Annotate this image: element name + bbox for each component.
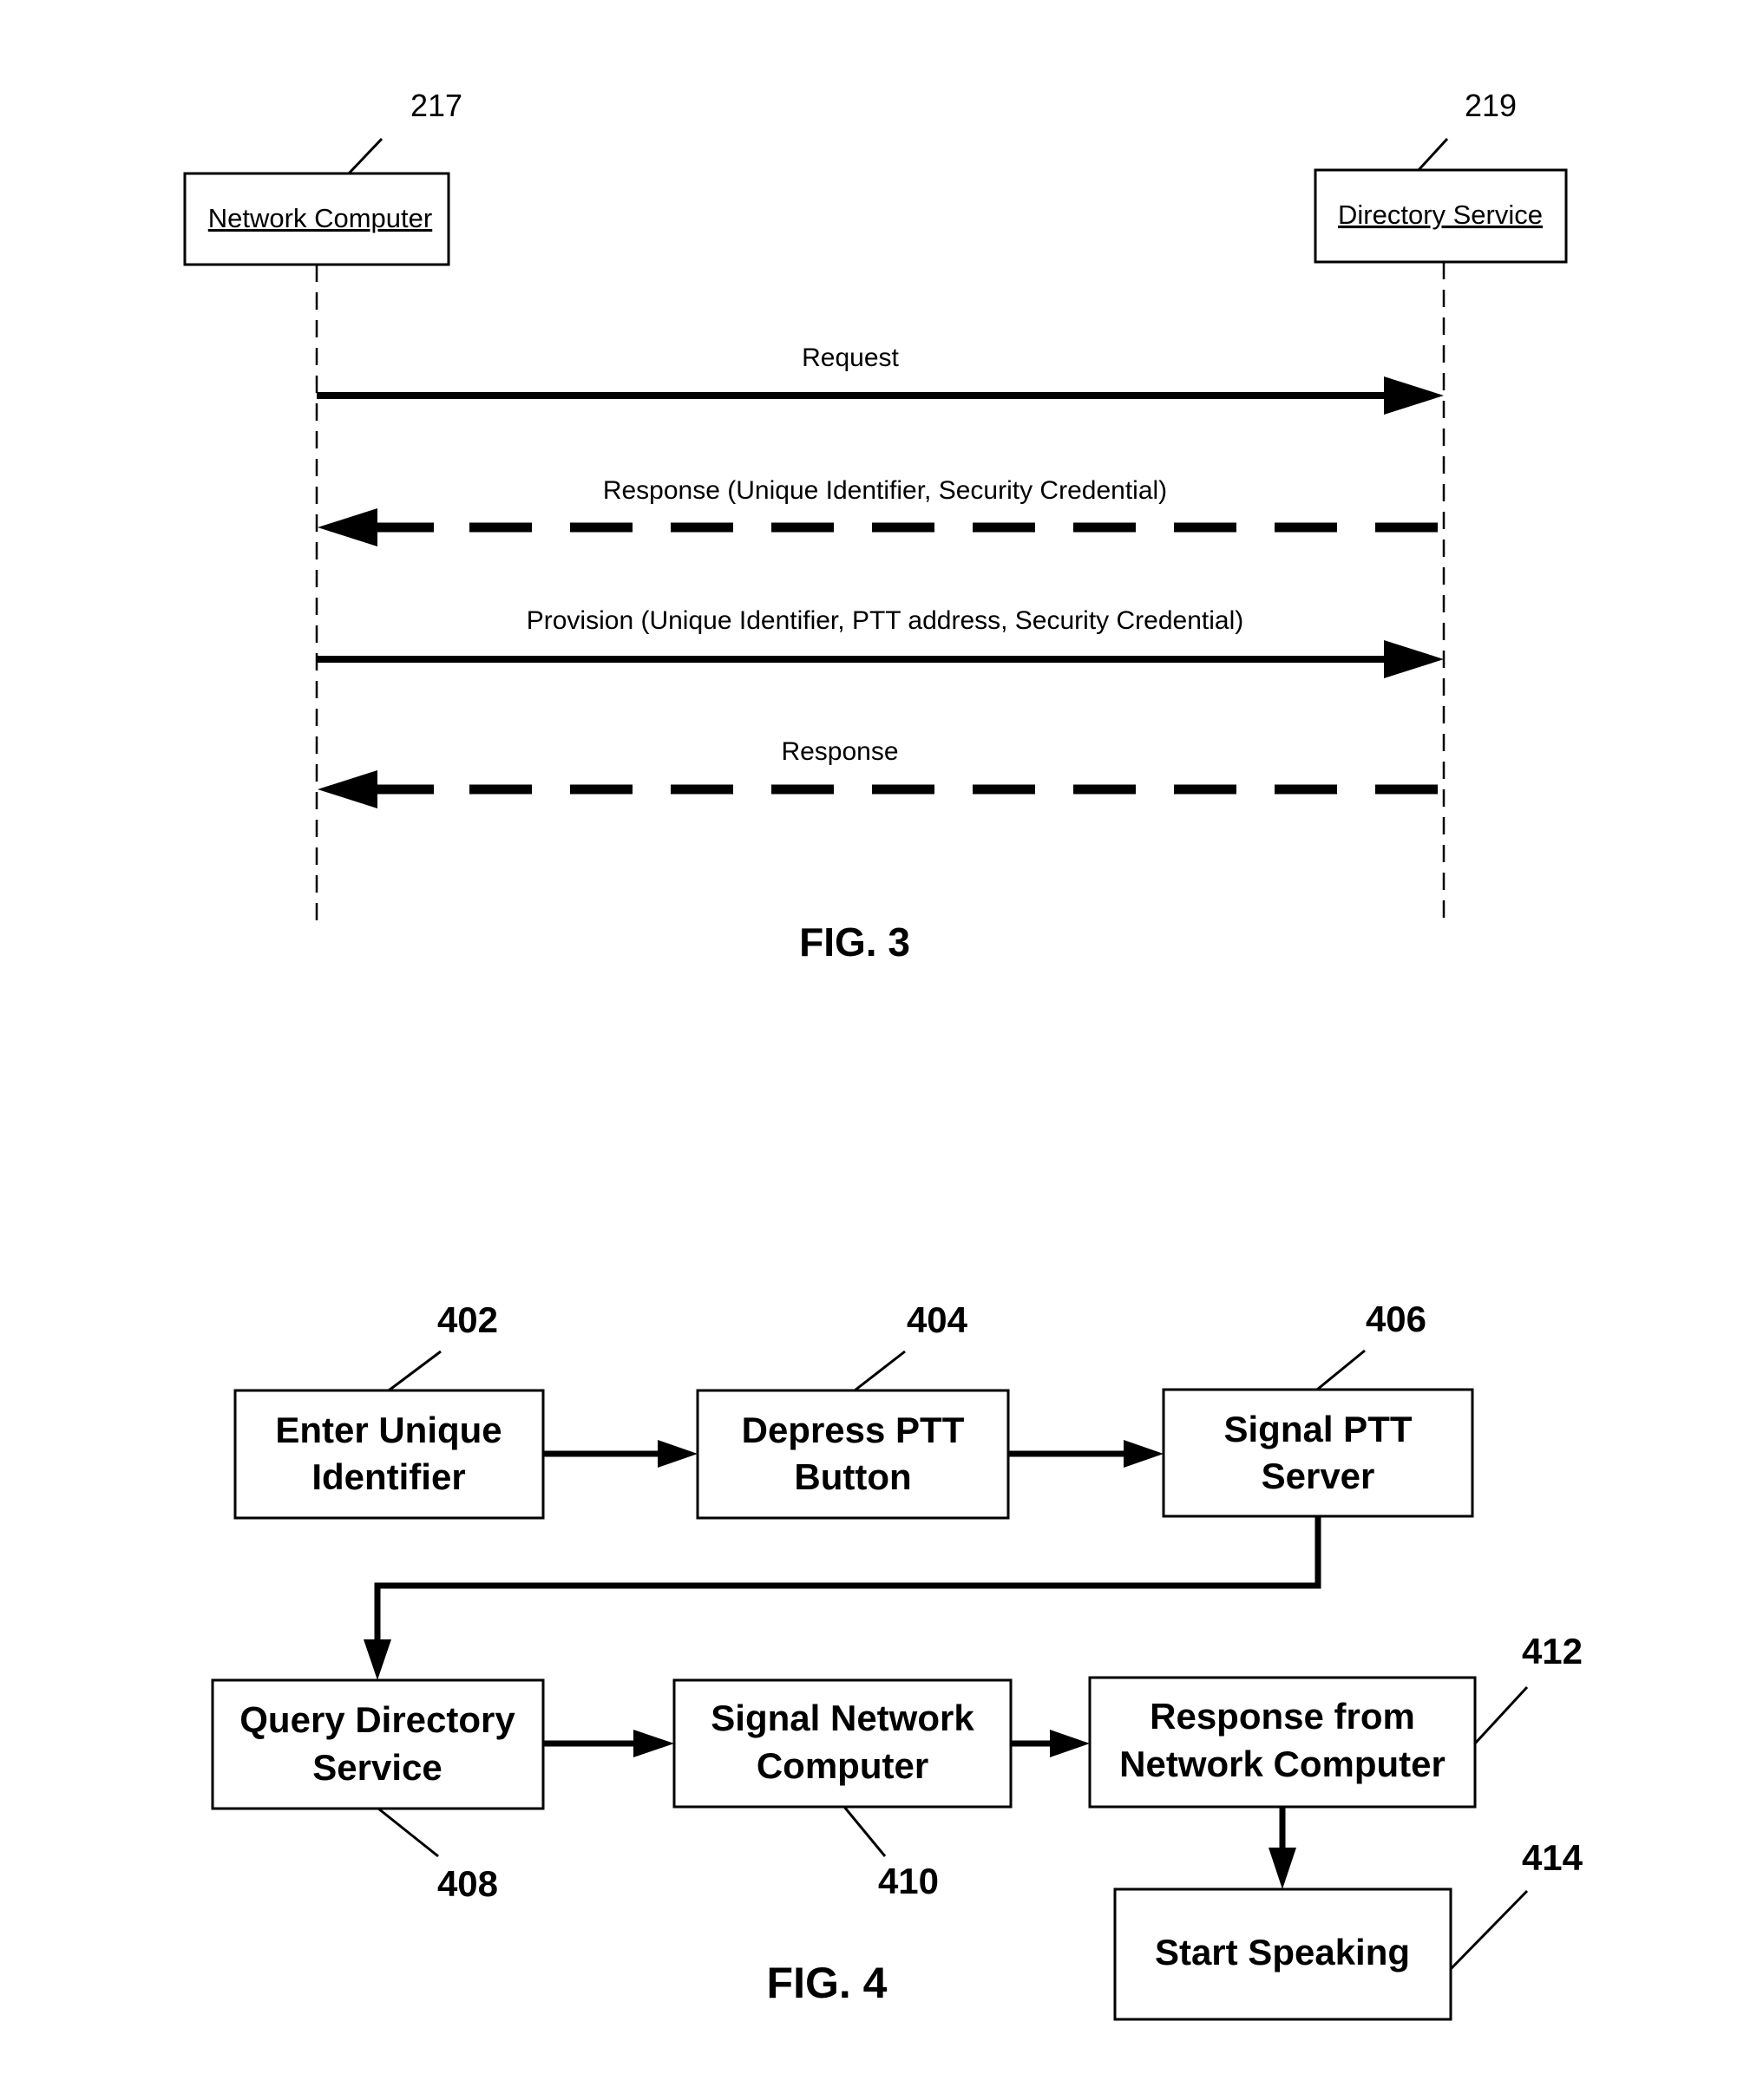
ref-number-406: 406	[1366, 1299, 1426, 1339]
flow-elbow-line	[374, 1516, 1321, 1644]
participant-label-directory-service: Directory Service	[1338, 200, 1543, 230]
flow-arrow-402-to-404	[543, 1440, 698, 1468]
ref-number-408: 408	[437, 1863, 498, 1904]
step-406-signal-ptt-server: 406 Signal PTT Server	[1162, 1299, 1474, 1518]
step-label-line1: Enter Unique	[275, 1410, 502, 1450]
ref-number-402: 402	[437, 1299, 498, 1340]
arrowhead-right-icon	[1050, 1730, 1090, 1757]
flow-arrow-410-to-412	[1011, 1730, 1090, 1757]
step-label-line1: Query Directory	[239, 1699, 515, 1740]
ref-number-219: 219	[1465, 88, 1517, 123]
leader-line-414	[1449, 1889, 1529, 1971]
figure-caption-fig3: FIG. 3	[799, 919, 910, 965]
participant-network-computer: 217 Network Computer	[183, 88, 462, 924]
step-label-line1: Signal PTT	[1223, 1409, 1412, 1449]
message-label: Provision (Unique Identifier, PTT addres…	[527, 606, 1243, 635]
arrowhead-right-icon	[1384, 640, 1444, 678]
ref-number-412: 412	[1522, 1631, 1583, 1671]
message-label: Response	[781, 737, 898, 766]
step-414-start-speaking: 414 Start Speaking	[1113, 1837, 1583, 2021]
ref-number-217: 217	[410, 88, 462, 123]
flow-arrow-406-to-408	[364, 1516, 1321, 1680]
leader-line-219	[1417, 137, 1449, 172]
arrowhead-down-icon	[364, 1639, 391, 1680]
patent-drawing-sheet: 217 Network Computer 219 Directory Servi…	[183, 88, 1583, 2021]
step-label-line1: Response from	[1150, 1696, 1415, 1737]
message-response: Response	[318, 737, 1444, 808]
step-412-response-from-network-computer: 412 Response from Network Computer	[1088, 1631, 1583, 1809]
arrowhead-left-icon	[318, 508, 377, 546]
step-label-line2: Service	[312, 1747, 442, 1788]
ref-number-404: 404	[907, 1299, 968, 1340]
step-label-line1: Signal Network	[711, 1698, 974, 1738]
message-request: Request	[317, 343, 1444, 415]
leader-line-410	[842, 1806, 887, 1857]
step-408-query-directory-service: Query Directory Service 408	[211, 1678, 545, 1904]
step-label-line2: Button	[794, 1456, 911, 1497]
step-label-line2: Computer	[757, 1745, 928, 1786]
arrowhead-right-icon	[1384, 376, 1444, 415]
message-provision: Provision (Unique Identifier, PTT addres…	[317, 606, 1444, 678]
step-402-enter-unique-identifier: 402 Enter Unique Identifier	[233, 1299, 545, 1520]
flow-arrow-412-to-414	[1269, 1807, 1296, 1889]
ref-number-414: 414	[1522, 1837, 1583, 1878]
leader-line-404	[854, 1350, 906, 1392]
step-label-line1: Depress PTT	[742, 1410, 965, 1450]
arrowhead-left-icon	[318, 770, 377, 808]
step-label-line2: Network Computer	[1119, 1743, 1446, 1784]
leader-line-402	[388, 1350, 442, 1392]
fig3-sequence-diagram: 217 Network Computer 219 Directory Servi…	[183, 88, 1568, 965]
arrowhead-right-icon	[658, 1440, 698, 1468]
leader-line-408	[377, 1807, 439, 1858]
flow-arrow-404-to-406	[1008, 1440, 1164, 1468]
message-response-credentials: Response (Unique Identifier, Security Cr…	[318, 476, 1444, 546]
fig4-flowchart: 402 Enter Unique Identifier 404 Depress …	[211, 1299, 1583, 2021]
arrowhead-right-icon	[1124, 1440, 1164, 1468]
leader-line-412	[1473, 1685, 1529, 1745]
message-label: Request	[802, 343, 899, 372]
arrowhead-down-icon	[1269, 1848, 1296, 1889]
participant-directory-service: 219 Directory Service	[1314, 88, 1568, 924]
step-label-line2: Server	[1262, 1456, 1375, 1496]
figure-caption-fig4: FIG. 4	[767, 1959, 888, 2007]
step-label-line2: Identifier	[311, 1456, 465, 1497]
step-410-signal-network-computer: Signal Network Computer 410	[672, 1678, 1013, 1901]
ref-number-410: 410	[878, 1861, 939, 1901]
step-404-depress-ptt-button: 404 Depress PTT Button	[696, 1299, 1010, 1520]
step-label: Start Speaking	[1155, 1932, 1410, 1972]
arrowhead-right-icon	[633, 1730, 674, 1757]
flow-arrow-408-to-410	[543, 1730, 674, 1757]
participant-label-network-computer: Network Computer	[208, 203, 432, 233]
leader-line-406	[1316, 1349, 1366, 1391]
leader-line-217	[347, 137, 384, 175]
message-label: Response (Unique Identifier, Security Cr…	[603, 476, 1167, 505]
